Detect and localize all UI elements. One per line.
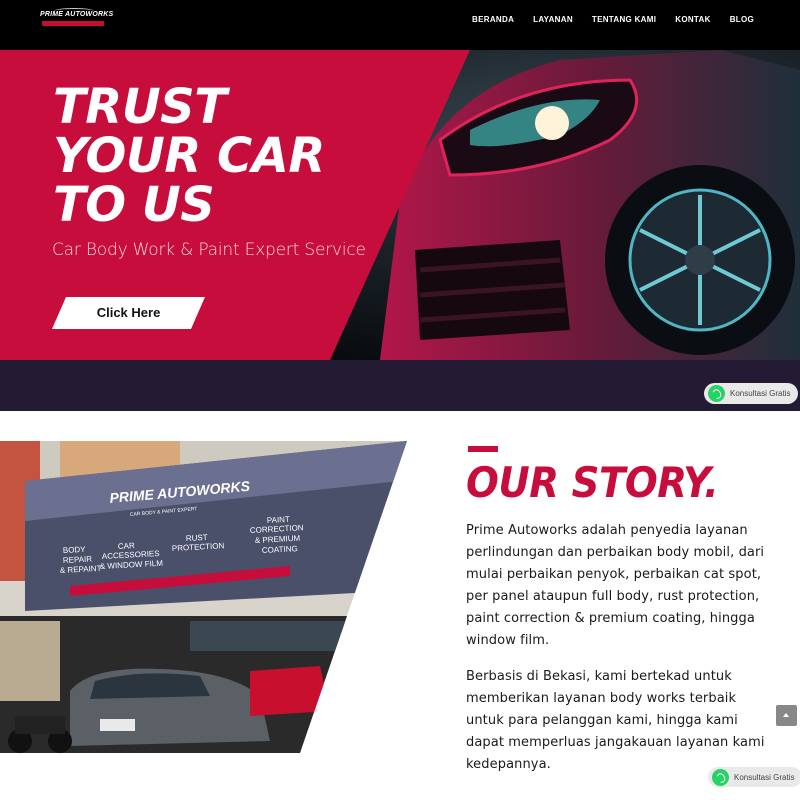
nav-item-tentang-kami[interactable]: TENTANG KAMI bbox=[592, 15, 656, 24]
logo-text: PRIME AUTOWORKS bbox=[40, 11, 114, 18]
hero-bottom-band bbox=[0, 360, 800, 411]
hero-cta-label: Click Here bbox=[96, 305, 161, 320]
svg-text:COATING: COATING bbox=[262, 544, 298, 555]
story-paragraph-1: Prime Autoworks adalah penyedia layanan … bbox=[466, 523, 765, 648]
hero-title-line1: TRUST bbox=[53, 79, 227, 135]
svg-text:REPAIR: REPAIR bbox=[63, 554, 93, 565]
whatsapp-consult-button[interactable]: Konsultasi Gratis bbox=[704, 383, 799, 404]
nav-item-beranda[interactable]: BERANDA bbox=[472, 15, 514, 24]
nav-item-kontak[interactable]: KONTAK bbox=[675, 15, 710, 24]
hero-title-line3: TO US bbox=[53, 177, 215, 233]
sign-service-1: BODY bbox=[63, 545, 87, 555]
hero-banner: TRUST YOUR CAR TO US Car Body Work & Pai… bbox=[0, 50, 800, 360]
whatsapp-label: Konsultasi Gratis bbox=[730, 389, 791, 398]
hero-title-line2: YOUR CAR bbox=[53, 128, 325, 184]
story-heading-accent bbox=[468, 446, 498, 452]
nav-item-layanan[interactable]: LAYANAN bbox=[533, 15, 573, 24]
whatsapp-icon bbox=[708, 385, 725, 402]
nav-item-blog[interactable]: BLOG bbox=[730, 15, 754, 24]
storefront-photo: PRIME AUTOWORKS CAR BODY & PAINT EXPERT … bbox=[0, 441, 407, 753]
story-heading: OUR STORY. bbox=[466, 458, 719, 507]
hero-cta-button[interactable]: Click Here bbox=[52, 297, 205, 329]
whatsapp-label: Konsultasi Gratis bbox=[734, 772, 795, 782]
brand-logo[interactable]: PRIME AUTOWORKS bbox=[40, 8, 114, 28]
hero-title: TRUST YOUR CAR TO US bbox=[53, 83, 383, 230]
main-menu: BERANDA LAYANAN TENTANG KAMI KONTAK BLOG bbox=[453, 15, 754, 24]
story-paragraph-2: Berbasis di Bekasi, kami bertekad untuk … bbox=[466, 669, 765, 772]
logo-underline bbox=[42, 21, 104, 26]
top-navbar: PRIME AUTOWORKS BERANDA LAYANAN TENTANG … bbox=[0, 0, 800, 50]
hero-subtitle: Car Body Work & Paint Expert Service bbox=[52, 240, 366, 260]
scroll-to-top-button[interactable] bbox=[776, 705, 797, 726]
whatsapp-consult-floating-button[interactable]: Konsultasi Gratis bbox=[708, 767, 800, 787]
whatsapp-icon bbox=[712, 768, 729, 786]
